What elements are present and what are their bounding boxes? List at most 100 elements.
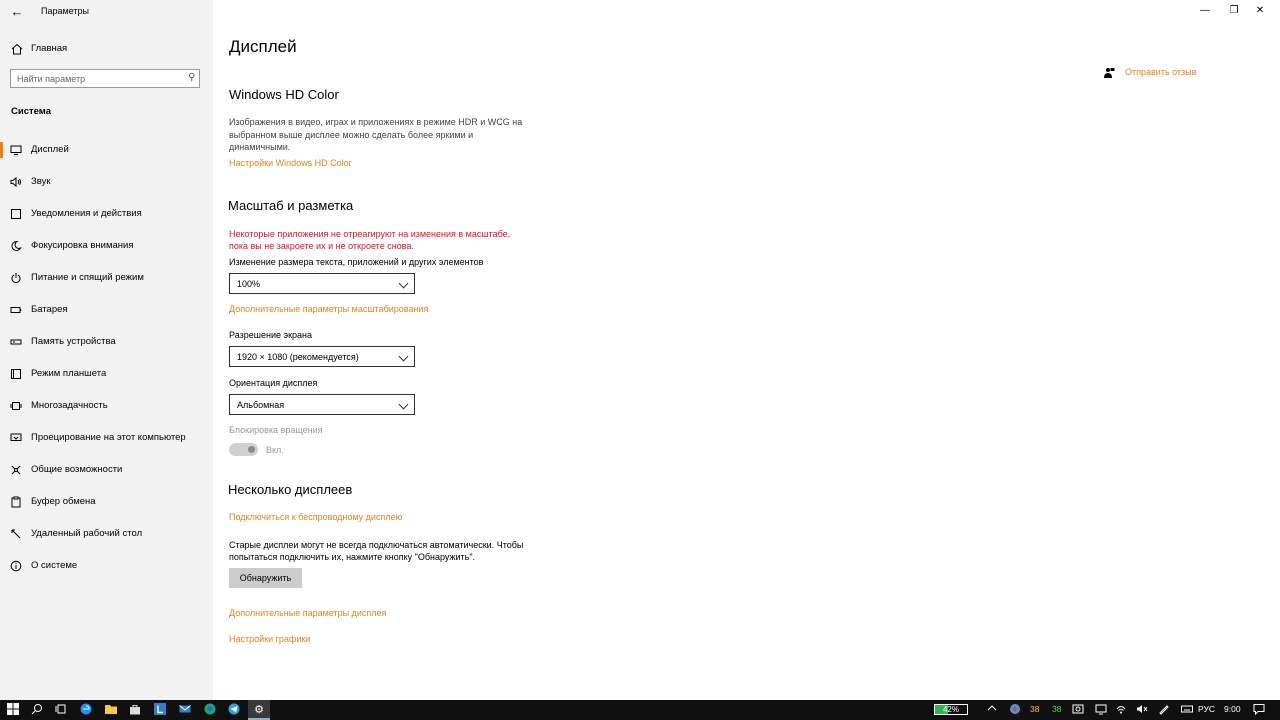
tray-volume-icon[interactable] <box>1135 703 1149 717</box>
scale-dropdown-value: 100% <box>237 279 261 289</box>
store-icon[interactable] <box>128 703 142 717</box>
resolution-label: Разрешение экрана <box>229 330 312 340</box>
home-nav-item[interactable]: Главная <box>0 40 213 58</box>
mail-icon[interactable] <box>178 703 192 717</box>
sidebar-item-clipboard[interactable]: Буфер обмена <box>0 490 213 514</box>
search-icon[interactable] <box>30 703 44 717</box>
feedback-link[interactable]: Отправить отзыв <box>1125 67 1196 77</box>
sidebar-item-multitasking[interactable]: Многозадачность <box>0 394 213 418</box>
hdr-heading: Windows HD Color <box>229 87 339 102</box>
sidebar-item-projecting[interactable]: Проецирование на этот компьютер <box>0 426 213 450</box>
wireless-display-link[interactable]: Подключиться к беспроводному дисплею <box>229 512 402 522</box>
tray-number-2[interactable]: 38 <box>1052 704 1061 714</box>
resolution-dropdown-value: 1920 × 1080 (рекомендуется) <box>237 352 359 362</box>
tray-pen-icon[interactable] <box>1157 703 1171 717</box>
edge-chromium-icon[interactable] <box>203 703 217 717</box>
battery-icon <box>10 307 22 313</box>
sidebar-item-label: Звук <box>31 176 51 187</box>
settings-taskbar-button[interactable]: ⚙ <box>248 700 270 720</box>
sidebar-item-label: Память устройства <box>31 336 116 347</box>
file-explorer-icon[interactable] <box>104 703 118 717</box>
telegram-icon[interactable] <box>227 703 241 717</box>
power-icon <box>11 273 21 283</box>
sidebar-item-label: Фокусировка внимания <box>31 240 134 251</box>
chevron-down-icon <box>398 399 409 410</box>
orientation-label: Ориентация дисплея <box>229 378 318 388</box>
chevron-down-icon <box>398 278 409 289</box>
rotation-lock-toggle[interactable] <box>229 443 258 456</box>
sidebar-item-label: Проецирование на этот компьютер <box>31 432 186 443</box>
advanced-scaling-link[interactable]: Дополнительные параметры масштабирования <box>229 304 428 314</box>
advanced-display-link[interactable]: Дополнительные параметры дисплея <box>229 608 386 618</box>
tray-monitor-icon[interactable] <box>1094 703 1108 717</box>
sidebar-item-storage[interactable]: Память устройства <box>0 330 213 354</box>
sidebar-item-sound[interactable]: Звук <box>0 170 213 194</box>
sidebar-item-about[interactable]: О системе <box>0 554 213 578</box>
search-input[interactable] <box>17 72 177 86</box>
section-title: Система <box>11 106 51 117</box>
sidebar-item-label: О системе <box>31 560 78 571</box>
orientation-dropdown-value: Альбомная <box>237 400 285 410</box>
speaker-icon <box>10 176 21 188</box>
orientation-dropdown[interactable]: Альбомная <box>229 394 415 415</box>
chevron-down-icon <box>398 351 409 362</box>
tray-app-icon[interactable] <box>1008 703 1022 717</box>
sidebar-item-notifications[interactable]: Уведомления и действия <box>0 202 213 226</box>
back-arrow-icon[interactable]: ← <box>8 4 26 20</box>
sidebar-item-label: Батарея <box>31 304 68 315</box>
tray-network-icon[interactable] <box>1114 703 1128 717</box>
sidebar-item-label: Уведомления и действия <box>31 208 142 219</box>
projector-icon <box>10 433 22 441</box>
multi-display-heading: Несколько дисплеев <box>228 482 353 497</box>
tray-device-icon[interactable] <box>1071 703 1085 717</box>
search-box[interactable]: ⚲ <box>10 69 200 88</box>
sidebar-item-label: Питание и спящий режим <box>31 272 144 283</box>
tray-keyboard-icon[interactable] <box>1180 703 1194 717</box>
edge-browser-icon[interactable] <box>79 703 93 717</box>
clipboard-icon <box>11 496 21 508</box>
scale-dropdown[interactable]: 100% <box>229 273 415 294</box>
action-center-icon[interactable] <box>1252 703 1266 717</box>
size-label: Изменение размера текста, приложений и д… <box>229 257 484 267</box>
battery-text: 42% <box>942 705 959 714</box>
resolution-dropdown[interactable]: 1920 × 1080 (рекомендуется) <box>229 346 415 367</box>
scale-warning: Некоторые приложения не отреагируют на и… <box>229 229 511 251</box>
gear-icon: ⚙ <box>254 704 264 716</box>
task-view-icon[interactable] <box>54 703 68 717</box>
home-label: Главная <box>31 43 68 54</box>
sidebar-item-focus[interactable]: Фокусировка внимания <box>0 234 213 258</box>
sidebar-item-shared[interactable]: Общие возможности <box>0 458 213 482</box>
start-windows-icon[interactable] <box>6 703 20 717</box>
sidebar-item-display[interactable]: Дисплей <box>0 138 213 162</box>
feedback-icon[interactable] <box>1103 66 1115 78</box>
sidebar-item-label: Общие возможности <box>31 464 123 475</box>
monitor-icon <box>10 145 22 155</box>
tray-number-1[interactable]: 38 <box>1030 704 1039 714</box>
rotation-lock-state: Вкл. <box>266 445 284 455</box>
taskbar: ⚙ 42% 38 38 РУС 9:00 <box>0 700 1280 720</box>
battery-widget[interactable]: 42% <box>934 704 968 715</box>
home-icon <box>11 43 23 58</box>
scale-heading: Масштаб и разметка <box>228 198 354 213</box>
app-l-icon[interactable] <box>153 703 167 717</box>
tablet-icon <box>11 369 21 379</box>
moon-icon <box>11 240 22 251</box>
rotation-lock-label: Блокировка вращения <box>229 425 323 435</box>
sidebar-item-battery[interactable]: Батарея <box>0 298 213 322</box>
language-indicator[interactable]: РУС <box>1198 704 1215 714</box>
main-content: Дисплей Отправить отзыв Windows HD Color… <box>213 0 1280 700</box>
multi-display-description: Старые дисплеи могут не всегда подключат… <box>229 540 524 562</box>
app-title: Параметры <box>41 6 89 16</box>
hdr-settings-link[interactable]: Настройки Windows HD Color <box>229 158 352 168</box>
sidebar-item-power[interactable]: Питание и спящий режим <box>0 266 213 290</box>
sidebar-item-tablet[interactable]: Режим планшета <box>0 362 213 386</box>
clock[interactable]: 9:00 <box>1224 704 1241 714</box>
graphics-settings-link[interactable]: Настройки графики <box>229 634 310 644</box>
page-title: Дисплей <box>229 37 297 56</box>
tray-overflow-icon[interactable] <box>985 703 999 717</box>
sidebar-item-remote-desktop[interactable]: Удаленный рабочий стол <box>0 522 213 546</box>
multitasking-icon <box>10 402 22 410</box>
search-icon[interactable]: ⚲ <box>188 72 195 83</box>
storage-icon <box>10 339 22 345</box>
detect-button[interactable]: Обнаружить <box>229 568 302 588</box>
